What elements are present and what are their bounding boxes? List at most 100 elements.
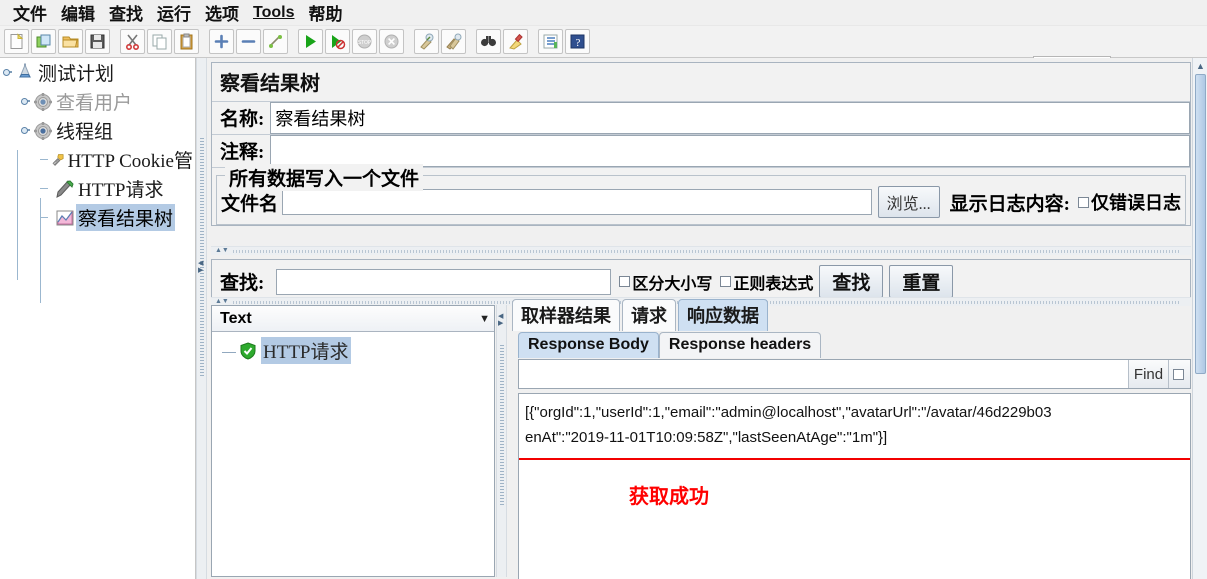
toolbar-group-edit <box>208 29 289 54</box>
new-file-icon[interactable] <box>4 29 29 54</box>
checkbox-box-icon[interactable] <box>619 276 631 287</box>
bottom-split-divider[interactable]: ◀ ▶ <box>496 305 507 577</box>
menu-run[interactable]: 运行 <box>150 0 198 26</box>
left-split-divider[interactable]: ◀ ▶ <box>196 58 207 579</box>
write-all-data-group: 所有数据写入一个文件 文件名 浏览... 显示日志内容: 仅错误日志 <box>216 164 1186 225</box>
split-arrows-icon[interactable]: ▲▼ <box>215 247 229 255</box>
tree-item-label: HTTP请求 <box>78 180 164 201</box>
thread-group-icon <box>34 121 52 140</box>
tab-sampler-result[interactable]: 取样器结果 <box>512 299 620 331</box>
shutdown-icon[interactable] <box>379 29 404 54</box>
render-type-value: Text <box>220 309 252 327</box>
view-results-tree-icon <box>56 210 74 225</box>
errors-only-checkbox[interactable]: 仅错误日志 <box>1078 189 1181 215</box>
checkbox-box-icon[interactable] <box>1078 196 1089 208</box>
cut-scissors-icon[interactable] <box>120 29 145 54</box>
find-case-checkbox[interactable] <box>1168 360 1190 388</box>
menu-file[interactable]: 文件 <box>6 0 54 26</box>
config-split-divider[interactable]: ▲▼ <box>211 246 1191 255</box>
svg-text:?: ? <box>576 37 581 49</box>
checkbox-box-icon[interactable] <box>1173 368 1184 380</box>
response-body-viewer[interactable]: [{"orgId":1,"userId":1,"email":"admin@lo… <box>518 393 1191 579</box>
clear-icon[interactable] <box>414 29 439 54</box>
menu-tools[interactable]: Tools <box>246 3 301 23</box>
browse-button[interactable]: 浏览... <box>877 186 940 218</box>
scroll-up-icon[interactable]: ▲ <box>1196 61 1205 71</box>
name-input[interactable]: 察看结果树 <box>270 102 1190 134</box>
filename-input[interactable] <box>282 189 872 215</box>
reset-search-icon[interactable] <box>503 29 528 54</box>
toolbar-group-clear <box>413 29 467 54</box>
menu-search[interactable]: 查找 <box>102 0 150 26</box>
split-collapse-arrows-icon[interactable]: ◀ ▶ <box>198 260 203 274</box>
svg-text:STOP: STOP <box>358 40 372 46</box>
comment-input[interactable] <box>270 135 1190 167</box>
paste-icon[interactable] <box>174 29 199 54</box>
remove-minus-icon[interactable] <box>236 29 261 54</box>
open-folder-icon[interactable] <box>58 29 83 54</box>
expand-handle-icon[interactable] <box>21 126 31 135</box>
scrollbar-thumb[interactable] <box>1195 74 1206 374</box>
errors-only-label: 仅错误日志 <box>1091 193 1181 213</box>
results-area: Text ▼ — HTTP请求 ◀ ▶ 取样器结果 请求 响应数据 Respon… <box>211 299 1191 579</box>
find-input[interactable] <box>519 360 1128 388</box>
result-entry[interactable]: — HTTP请求 <box>212 332 494 364</box>
find-button[interactable]: Find <box>1128 360 1168 388</box>
subtab-response-headers[interactable]: Response headers <box>658 332 822 358</box>
stop-icon[interactable]: STOP <box>352 29 377 54</box>
tree-item-label: 查看用户 <box>56 93 133 114</box>
view-results-tree-config: 察看结果树 名称: 察看结果树 注释: 所有数据写入一个文件 文件名 浏览...… <box>211 62 1191 226</box>
search-label: 查找: <box>220 272 265 294</box>
templates-icon[interactable] <box>31 29 56 54</box>
response-tabs: 取样器结果 请求 响应数据 <box>508 299 1191 331</box>
add-plus-icon[interactable] <box>209 29 234 54</box>
tree-item-view-results-tree[interactable]: 察看结果树 <box>0 203 195 232</box>
log-display-label: 显示日志内容: <box>949 193 1070 215</box>
tree-item-test-plan[interactable]: 测试计划 <box>0 58 195 87</box>
checkbox-box-icon[interactable] <box>720 276 732 287</box>
name-label: 名称: <box>220 109 265 130</box>
search-button[interactable]: 查找 <box>819 265 884 298</box>
window-scrollbar[interactable]: ▲ <box>1192 58 1207 579</box>
tree-item-thread-group[interactable]: 线程组 <box>0 116 195 145</box>
regex-label: 正则表达式 <box>733 275 814 293</box>
find-bar: Find <box>518 359 1191 389</box>
case-sensitive-label: 区分大小写 <box>632 275 713 293</box>
expand-handle-icon[interactable] <box>21 97 31 106</box>
group-legend: 所有数据写入一个文件 <box>225 164 424 191</box>
function-helper-icon[interactable] <box>538 29 563 54</box>
render-type-combo[interactable]: Text ▼ <box>212 306 494 332</box>
tree-item-http-request[interactable]: HTTP请求 <box>0 174 195 203</box>
search-input[interactable] <box>276 268 612 295</box>
menu-options[interactable]: 选项 <box>198 0 246 26</box>
tab-request[interactable]: 请求 <box>622 299 676 331</box>
expand-handle-icon[interactable] <box>3 68 13 77</box>
regex-checkbox[interactable]: 正则表达式 <box>720 270 813 294</box>
menu-help[interactable]: 帮助 <box>301 0 349 26</box>
tree-item-http-cookie-manager[interactable]: HTTP Cookie管 <box>0 145 195 174</box>
case-sensitive-checkbox[interactable]: 区分大小写 <box>619 270 712 294</box>
tree-item-label: 线程组 <box>56 122 114 143</box>
start-no-pauses-icon[interactable] <box>325 29 350 54</box>
menu-edit[interactable]: 编辑 <box>54 0 102 26</box>
subtab-response-body[interactable]: Response Body <box>518 332 659 358</box>
test-plan-tree[interactable]: 测试计划 查看用户 线程组 HTTP Cookie管 HTTP请求 察看结果树 <box>0 58 196 579</box>
toolbar-group-clipboard <box>119 29 200 54</box>
search-binoculars-icon[interactable] <box>476 29 501 54</box>
toggle-icon[interactable] <box>263 29 288 54</box>
toolbar-group-help: ? <box>537 29 591 54</box>
tab-response-data[interactable]: 响应数据 <box>678 299 768 331</box>
tree-item-view-users[interactable]: 查看用户 <box>0 87 195 116</box>
start-play-icon[interactable] <box>298 29 323 54</box>
tree-item-label: HTTP Cookie管 <box>67 151 193 172</box>
split-collapse-arrows-icon[interactable]: ◀ ▶ <box>498 313 503 327</box>
help-icon[interactable]: ? <box>565 29 590 54</box>
page-title: 察看结果树 <box>212 63 1190 102</box>
chevron-down-icon[interactable]: ▼ <box>479 313 490 325</box>
save-icon[interactable] <box>85 29 110 54</box>
split-grip <box>500 345 504 505</box>
clear-all-icon[interactable] <box>441 29 466 54</box>
reset-button[interactable]: 重置 <box>889 265 954 298</box>
copy-icon[interactable] <box>147 29 172 54</box>
tree-item-label: 察看结果树 <box>76 204 176 231</box>
